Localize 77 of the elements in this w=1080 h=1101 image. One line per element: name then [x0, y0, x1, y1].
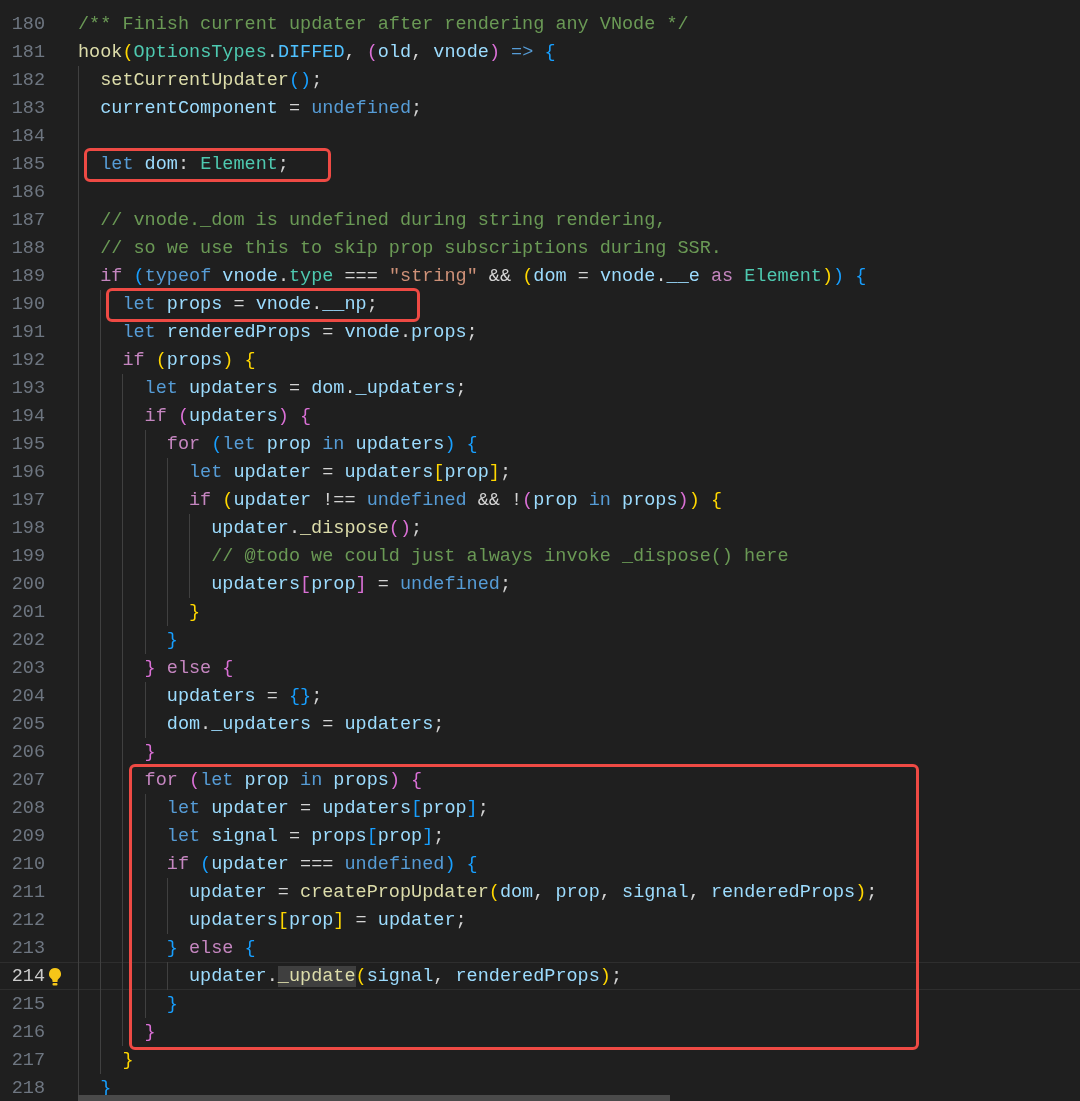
line-number: 210: [10, 853, 45, 875]
code-line: setCurrentUpdater();: [100, 69, 323, 91]
line-number: 181: [10, 41, 45, 63]
line-number: 209: [10, 825, 45, 847]
code-line: }: [166, 993, 178, 1015]
code-line: let props = vnode.__np;: [122, 293, 378, 315]
line-number: 182: [10, 69, 45, 91]
line-number: 187: [10, 209, 45, 231]
code-line: // @todo we could just always invoke _dispose() here: [211, 545, 789, 567]
line-number: 191: [10, 321, 45, 343]
line-number: 216: [10, 1021, 45, 1043]
lightbulb-icon[interactable]: [47, 967, 63, 987]
code-line: // vnode._dom is undefined during string rendering,: [100, 209, 667, 231]
code-line: }: [189, 601, 201, 623]
code-line: let signal = props[prop];: [166, 825, 445, 847]
code-line: updater = createPropUpdater(dom, prop, signal, renderedProps);: [189, 881, 878, 903]
code-line: }: [144, 741, 156, 763]
line-number: 204: [10, 685, 45, 707]
code-line: let dom: Element;: [100, 153, 289, 175]
line-number: 190: [10, 293, 45, 315]
code-line: }: [144, 1021, 156, 1043]
code-line: let updater = updaters[prop];: [189, 461, 512, 483]
code-line: updaters[prop] = updater;: [189, 909, 467, 931]
line-number: 218: [10, 1077, 45, 1099]
code-line: updaters = {};: [166, 685, 323, 707]
code-line: updaters[prop] = undefined;: [211, 573, 511, 595]
line-number: 196: [10, 461, 45, 483]
code-line: hook(OptionsTypes.DIFFED, (old, vnode) => {: [78, 41, 556, 63]
code-line: if (props) {: [122, 349, 256, 371]
code-line: }: [122, 1049, 134, 1071]
horizontal-scrollbar[interactable]: [78, 1095, 670, 1101]
code-line: // so we use this to skip prop subscriptions during SSR.: [100, 237, 722, 259]
line-number: 214: [10, 965, 45, 987]
line-number: 202: [10, 629, 45, 651]
line-number: 188: [10, 237, 45, 259]
line-number: 215: [10, 993, 45, 1015]
code-line: dom._updaters = updaters;: [166, 713, 445, 735]
line-number: 198: [10, 517, 45, 539]
code-line: updater._update(signal, renderedProps);: [189, 965, 623, 987]
code-line: let renderedProps = vnode.props;: [122, 321, 478, 343]
line-number: 203: [10, 657, 45, 679]
line-number: 192: [10, 349, 45, 371]
line-number: 193: [10, 377, 45, 399]
line-number: 183: [10, 97, 45, 119]
code-line: currentComponent = undefined;: [100, 97, 423, 119]
line-number: 194: [10, 405, 45, 427]
code-line: updater._dispose();: [211, 517, 423, 539]
code-line: let updaters = dom._updaters;: [144, 377, 467, 399]
line-number: 199: [10, 545, 45, 567]
line-number: 205: [10, 713, 45, 735]
code-line: if (updater !== undefined && !(prop in props)) {: [189, 489, 722, 511]
line-number: 195: [10, 433, 45, 455]
code-line: for (let prop in updaters) {: [166, 433, 478, 455]
line-number: 200: [10, 573, 45, 595]
line-number: 208: [10, 797, 45, 819]
line-number: 197: [10, 489, 45, 511]
line-number: 212: [10, 909, 45, 931]
line-number: 201: [10, 601, 45, 623]
line-number: 207: [10, 769, 45, 791]
line-number: 213: [10, 937, 45, 959]
code-line: } else {: [166, 937, 256, 959]
code-line: if (updater === undefined) {: [166, 853, 478, 875]
code-line: /** Finish current updater after rendering any VNode */: [78, 13, 689, 35]
line-number: 186: [10, 181, 45, 203]
line-number: 206: [10, 741, 45, 763]
line-number: 217: [10, 1049, 45, 1071]
line-number: 211: [10, 881, 45, 903]
code-line: } else {: [144, 657, 234, 679]
code-line: for (let prop in props) {: [144, 769, 423, 791]
code-line: if (typeof vnode.type === "string" && (dom = vnode.__e as Element)) {: [100, 265, 867, 287]
line-number: 189: [10, 265, 45, 287]
code-line: }: [166, 629, 178, 651]
line-number: 185: [10, 153, 45, 175]
code-line: if (updaters) {: [144, 405, 312, 427]
line-number: 184: [10, 125, 45, 147]
code-line: let updater = updaters[prop];: [166, 797, 489, 819]
line-number: 180: [10, 13, 45, 35]
